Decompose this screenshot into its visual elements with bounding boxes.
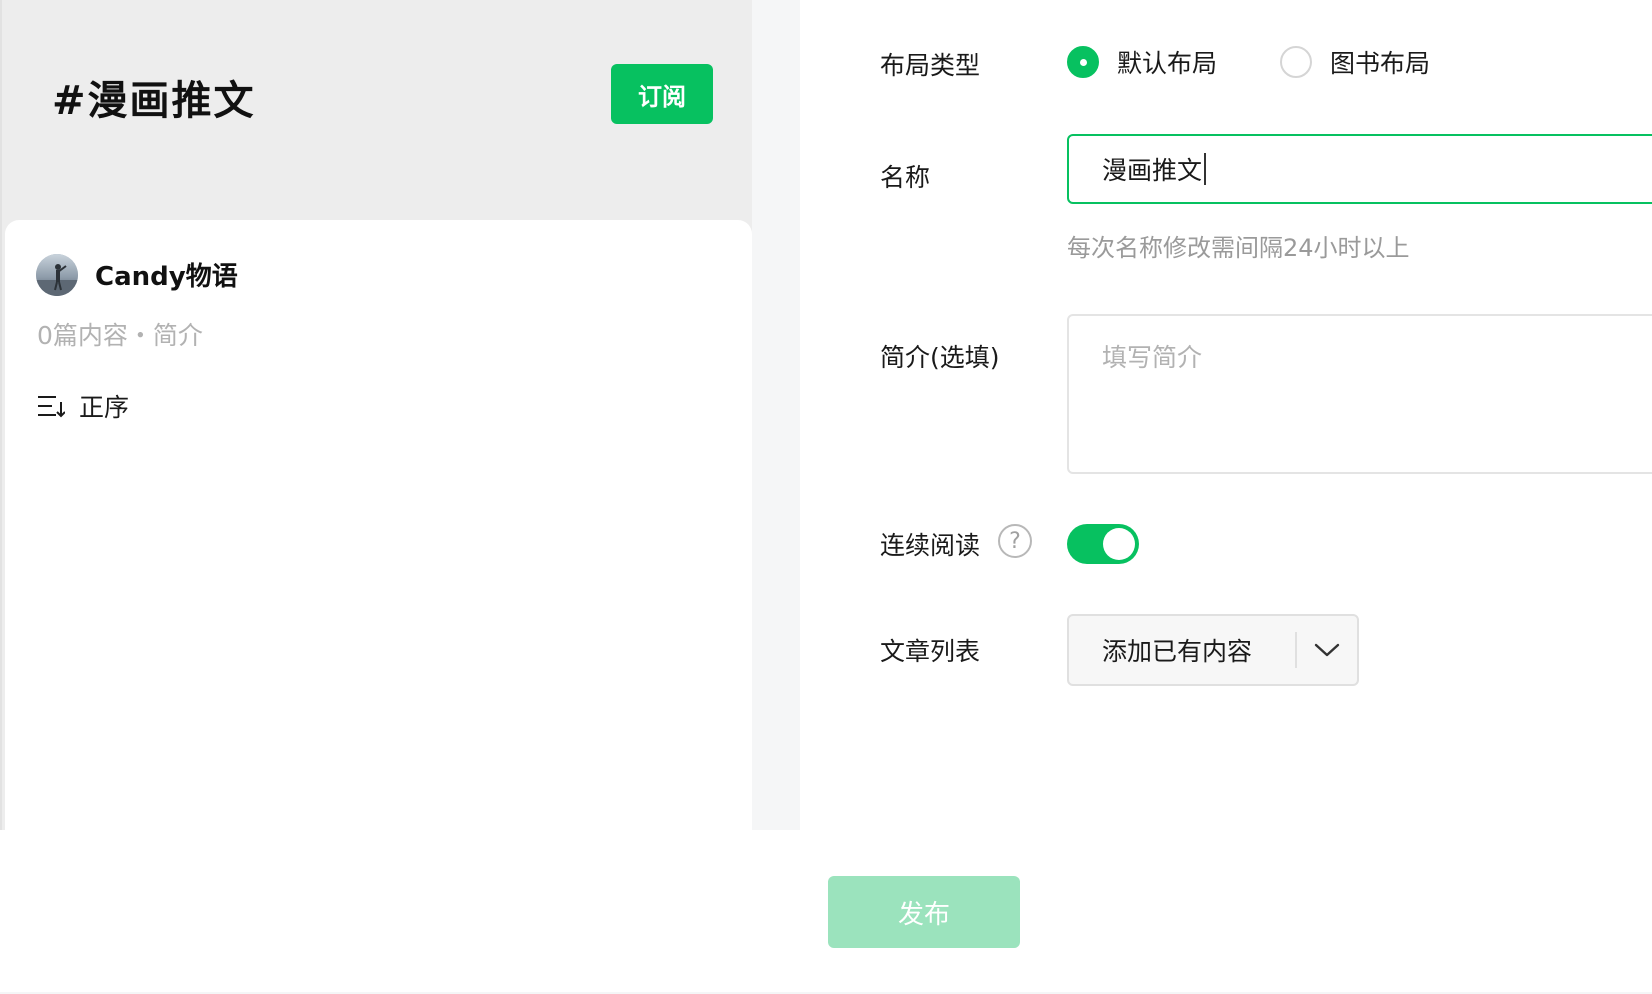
preview-card: Candy物语 0篇内容・简介 正序 [5,220,752,830]
app-root: #漫画推文 订阅 Candy物语 0篇内容・简介 正序 布局类型 默认布局 图书… [0,0,1652,994]
article-list-label: 文章列表 [880,637,981,666]
avatar-image [36,254,78,296]
name-input-value: 漫画推文 [1102,156,1203,185]
radio-checked-icon [1067,46,1099,78]
topic-settings-form: 布局类型 默认布局 图书布局 名称 漫画推文 每次名称修改需间隔24小时以上 简… [800,0,1652,830]
intro-label: 简介(选填) [880,343,1000,372]
intro-placeholder: 填写简介 [1102,343,1203,372]
radio-default-layout-label: 默认布局 [1117,49,1218,78]
continuous-reading-toggle[interactable] [1067,524,1139,564]
radio-book-layout-label: 图书布局 [1330,49,1431,78]
continuous-reading-label: 连续阅读 [880,531,981,560]
radio-default-layout[interactable]: 默认布局 [1067,44,1217,80]
sort-label: 正序 [79,393,130,422]
avatar [36,254,78,296]
chevron-down-icon[interactable] [1297,642,1357,658]
author-name[interactable]: Candy物语 [95,256,238,293]
dropdown-label: 添加已有内容 [1102,637,1253,666]
toggle-knob [1103,528,1135,560]
name-input[interactable]: 漫画推文 [1067,134,1652,204]
question-circle-icon[interactable]: ? [998,524,1032,558]
name-hint: 每次名称修改需间隔24小时以上 [1067,234,1410,262]
preview-header: #漫画推文 订阅 [2,0,754,220]
content-meta: 0篇内容・简介 [37,321,203,350]
radio-unchecked-icon [1280,46,1312,78]
sort-order-button[interactable]: 正序 [37,388,129,424]
intro-textarea[interactable]: 填写简介 [1067,314,1652,474]
radio-book-layout[interactable]: 图书布局 [1280,44,1430,80]
topic-preview-panel: #漫画推文 订阅 Candy物语 0篇内容・简介 正序 [0,0,752,830]
subscribe-button[interactable]: 订阅 [611,64,713,124]
publish-button[interactable]: 发布 [828,876,1020,948]
topic-title: #漫画推文 [52,78,256,124]
sort-lines-icon [37,394,65,418]
footer-bar: 发布 [0,830,1652,992]
text-caret [1204,153,1207,185]
add-existing-content-dropdown[interactable]: 添加已有内容 [1067,614,1359,686]
layout-type-label: 布局类型 [880,51,981,80]
name-label: 名称 [880,163,931,192]
